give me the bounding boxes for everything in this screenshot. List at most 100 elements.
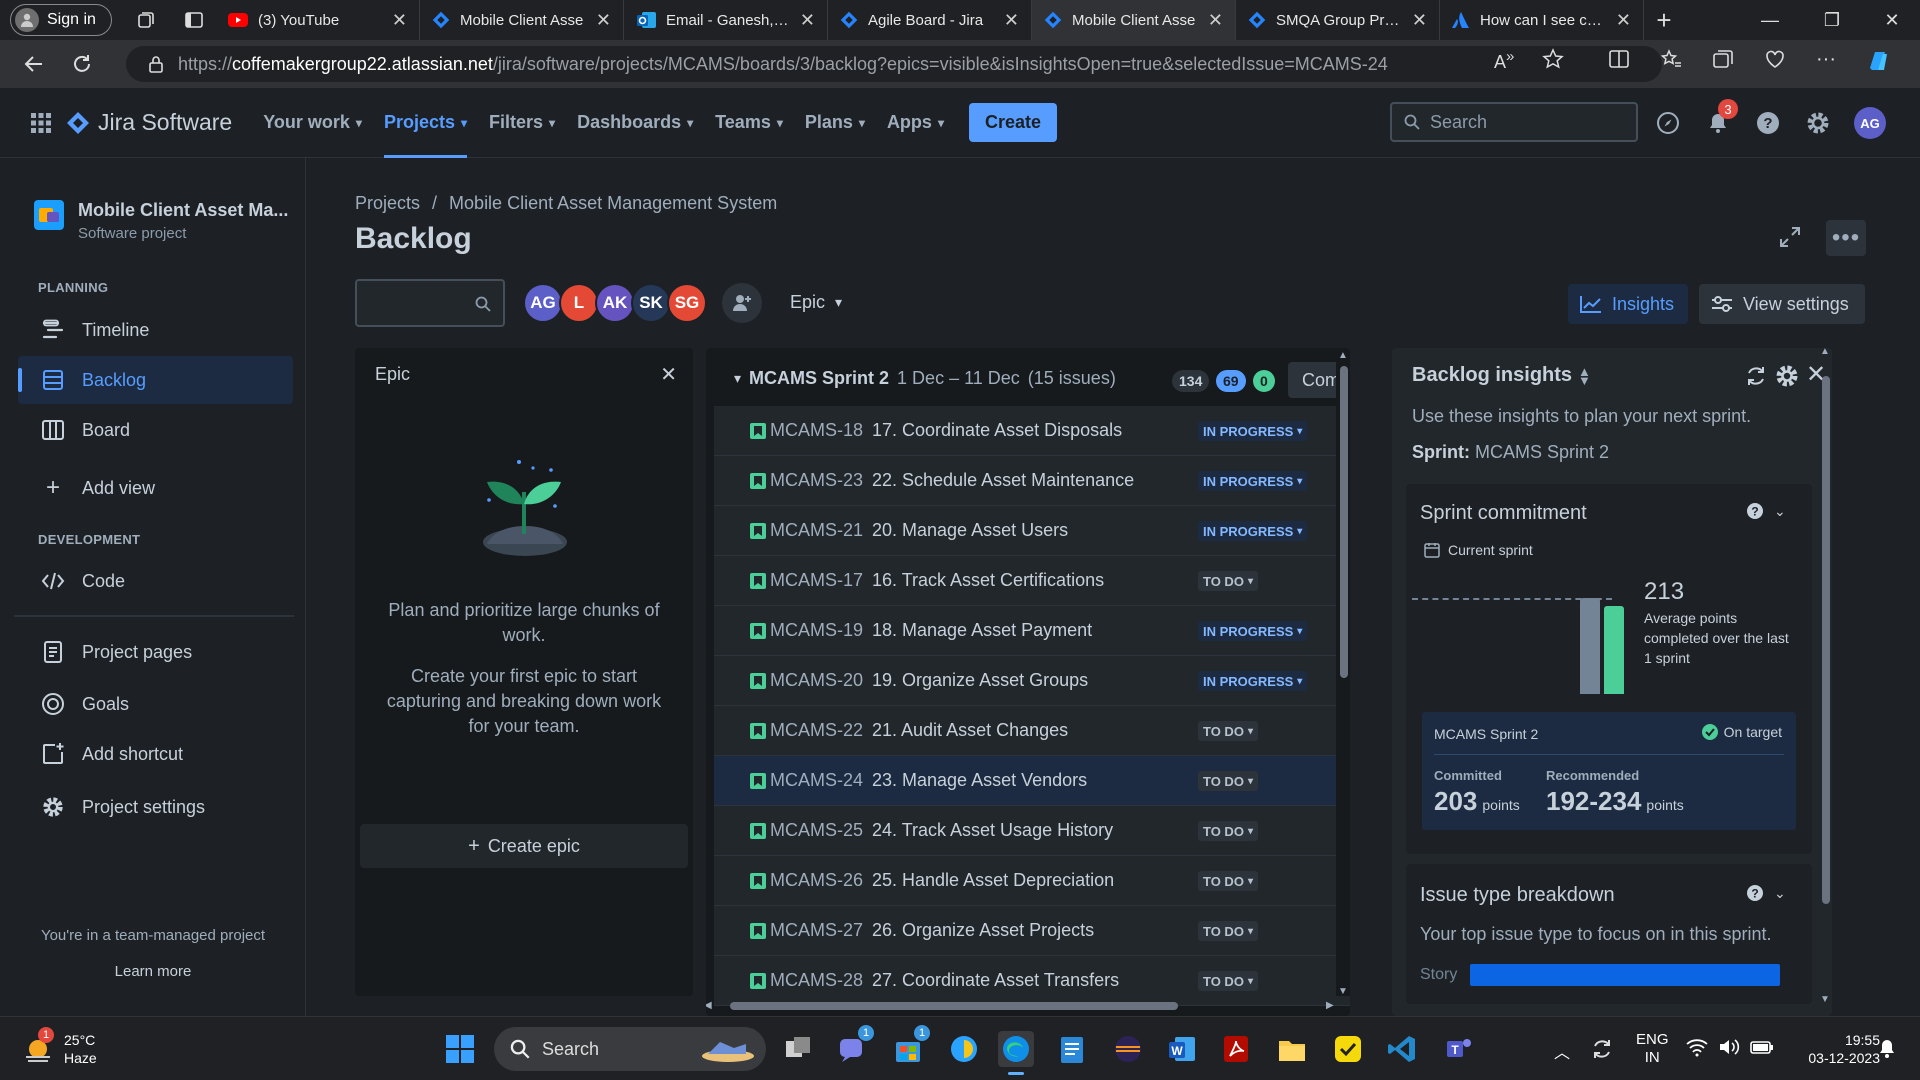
assignee-avatar[interactable]: SK (631, 283, 671, 323)
status-dropdown[interactable]: IN PROGRESS ▾ (1198, 471, 1308, 491)
backlog-issue-row[interactable]: MCAMS-17 16. Track Asset Certifications TO… (714, 556, 1350, 606)
clock[interactable]: 19:55 03-12-2023 (1794, 1031, 1880, 1067)
sidebar-item-project-pages[interactable]: Project pages (18, 628, 293, 676)
backlog-issue-row[interactable]: MCAMS-18 17. Coordinate Asset Disposals IN… (714, 406, 1350, 456)
backlog-issue-row[interactable]: MCAMS-23 22. Schedule Asset Maintenance IN… (714, 456, 1350, 506)
status-dropdown[interactable]: IN PROGRESS ▾ (1198, 521, 1308, 541)
status-dropdown[interactable]: TO DO ▾ (1198, 721, 1258, 741)
copilot-icon[interactable] (1866, 48, 1892, 74)
close-tab-icon[interactable]: ✕ (1208, 10, 1223, 31)
close-tab-icon[interactable]: ✕ (392, 10, 407, 31)
sidebar-item-backlog[interactable]: Backlog (18, 356, 293, 404)
gear-icon[interactable] (1774, 363, 1800, 389)
browser-tab[interactable]: How can I see com ✕ (1440, 0, 1644, 40)
assignee-avatar[interactable]: AG (523, 283, 563, 323)
word-icon[interactable]: W (1164, 1031, 1200, 1067)
insights-scrollbar[interactable]: ▲ ▼ (1818, 348, 1832, 1016)
backlog-issue-row[interactable]: MCAMS-24 23. Manage Asset Vendors TO DO ▾ (714, 756, 1350, 806)
sprint-header[interactable]: ▾ MCAMS Sprint 2 1 Dec – 11 Dec (15 issu… (734, 368, 1116, 389)
issue-key[interactable]: MCAMS-24 (770, 770, 863, 791)
nav-item-your-work[interactable]: Your work ▾ (252, 88, 373, 158)
read-aloud-icon[interactable]: A» (1494, 48, 1514, 73)
nav-item-dashboards[interactable]: Dashboards ▾ (566, 88, 704, 158)
sync-icon[interactable] (1584, 1031, 1620, 1067)
issue-key[interactable]: MCAMS-21 (770, 520, 863, 541)
insights-button[interactable]: Insights (1568, 284, 1688, 324)
issue-key[interactable]: MCAMS-26 (770, 870, 863, 891)
close-tab-icon[interactable]: ✕ (1004, 10, 1019, 31)
sidebar-item-timeline[interactable]: Timeline (18, 306, 293, 354)
chevron-down-icon[interactable]: ⌄ (1774, 885, 1786, 902)
eclipse-icon[interactable] (1110, 1031, 1146, 1067)
whats-new-icon[interactable] (1654, 109, 1682, 137)
favorites-icon[interactable] (1660, 48, 1682, 74)
sprint-horizontal-scrollbar[interactable]: ◀ ▶ (706, 996, 1336, 1016)
global-search-input[interactable]: Search (1390, 102, 1638, 142)
acrobat-icon[interactable] (1218, 1031, 1254, 1067)
app-switcher-icon[interactable] (30, 112, 52, 134)
close-tab-icon[interactable]: ✕ (1412, 10, 1427, 31)
task-view-icon[interactable] (780, 1031, 816, 1067)
nav-item-projects[interactable]: Projects ▾ (373, 88, 478, 158)
browser-tab[interactable]: (3) YouTube ✕ (216, 0, 420, 40)
issue-key[interactable]: MCAMS-28 (770, 970, 863, 991)
backlog-issue-row[interactable]: MCAMS-19 18. Manage Asset Payment IN PROGR… (714, 606, 1350, 656)
sidebar-item-add-shortcut[interactable]: Add shortcut (18, 730, 293, 778)
browser-tab[interactable]: Mobile Client Asse ✕ (420, 0, 624, 40)
teams-icon[interactable]: T (1440, 1031, 1476, 1067)
backlog-issue-row[interactable]: MCAMS-26 25. Handle Asset Depreciation TO … (714, 856, 1350, 906)
more-menu-icon[interactable]: ··· (1816, 48, 1836, 74)
issue-key[interactable]: MCAMS-17 (770, 570, 863, 591)
favorite-star-icon[interactable] (1542, 48, 1564, 70)
browser-tab[interactable]: SMQA Group Proje ✕ (1236, 0, 1440, 40)
restore-button[interactable]: ❐ (1802, 0, 1862, 40)
status-dropdown[interactable]: TO DO ▾ (1198, 971, 1258, 991)
weather-widget[interactable]: 1 25°C Haze (22, 1027, 97, 1067)
tab-actions-icon[interactable] (182, 8, 206, 32)
status-dropdown[interactable]: IN PROGRESS ▾ (1198, 421, 1308, 441)
close-tab-icon[interactable]: ✕ (800, 10, 815, 31)
backlog-issue-row[interactable]: MCAMS-22 21. Audit Asset Changes TO DO ▾ (714, 706, 1350, 756)
sidebar-item-project-settings[interactable]: Project settings (18, 783, 293, 831)
status-dropdown[interactable]: TO DO ▾ (1198, 821, 1258, 841)
refresh-icon[interactable] (1744, 364, 1768, 388)
epic-filter-dropdown[interactable]: Epic ▾ (790, 292, 842, 313)
browser-essentials-icon[interactable] (1764, 48, 1786, 74)
file-explorer-icon[interactable] (1274, 1031, 1310, 1067)
notification-bell-icon[interactable] (1878, 1039, 1896, 1059)
workspaces-icon[interactable] (134, 8, 158, 32)
sign-in-button[interactable]: Sign in (10, 4, 112, 36)
issue-key[interactable]: MCAMS-19 (770, 620, 863, 641)
assignee-avatar[interactable]: SG (667, 283, 707, 323)
status-dropdown[interactable]: IN PROGRESS ▾ (1198, 671, 1308, 691)
edge-dev-icon[interactable] (946, 1031, 982, 1067)
issue-key[interactable]: MCAMS-23 (770, 470, 863, 491)
collections-icon[interactable] (1712, 48, 1734, 74)
backlog-issue-row[interactable]: MCAMS-21 20. Manage Asset Users IN PROGRES… (714, 506, 1350, 556)
issue-key[interactable]: MCAMS-22 (770, 720, 863, 741)
sidebar-item-goals[interactable]: Goals (18, 680, 293, 728)
sticky-todo-icon[interactable] (1330, 1031, 1366, 1067)
fullscreen-icon[interactable] (1778, 225, 1802, 249)
backlog-issue-row[interactable]: MCAMS-27 26. Organize Asset Projects TO DO… (714, 906, 1350, 956)
issue-key[interactable]: MCAMS-27 (770, 920, 863, 941)
back-button[interactable] (14, 44, 54, 84)
browser-tab[interactable]: Agile Board - Jira ✕ (828, 0, 1032, 40)
nav-item-teams[interactable]: Teams ▾ (704, 88, 794, 158)
breadcrumb-project[interactable]: Mobile Client Asset Management System (449, 193, 777, 214)
assignee-avatar[interactable]: L (559, 283, 599, 323)
view-settings-button[interactable]: View settings (1699, 284, 1865, 324)
new-tab-button[interactable]: + (1644, 0, 1684, 40)
status-dropdown[interactable]: IN PROGRESS ▾ (1198, 621, 1308, 641)
learn-more-link[interactable]: Learn more (0, 963, 306, 980)
chevron-down-icon[interactable]: ▾ (734, 370, 741, 387)
jira-logo[interactable]: Jira Software (66, 109, 232, 136)
refresh-button[interactable] (62, 44, 102, 84)
issue-key[interactable]: MCAMS-20 (770, 670, 863, 691)
help-icon[interactable]: ? (1746, 502, 1764, 520)
user-avatar[interactable]: AG (1854, 107, 1886, 139)
status-dropdown[interactable]: TO DO ▾ (1198, 771, 1258, 791)
backlog-issue-row[interactable]: MCAMS-25 24. Track Asset Usage History TO … (714, 806, 1350, 856)
status-dropdown[interactable]: TO DO ▾ (1198, 921, 1258, 941)
backlog-search-input[interactable] (355, 279, 505, 327)
